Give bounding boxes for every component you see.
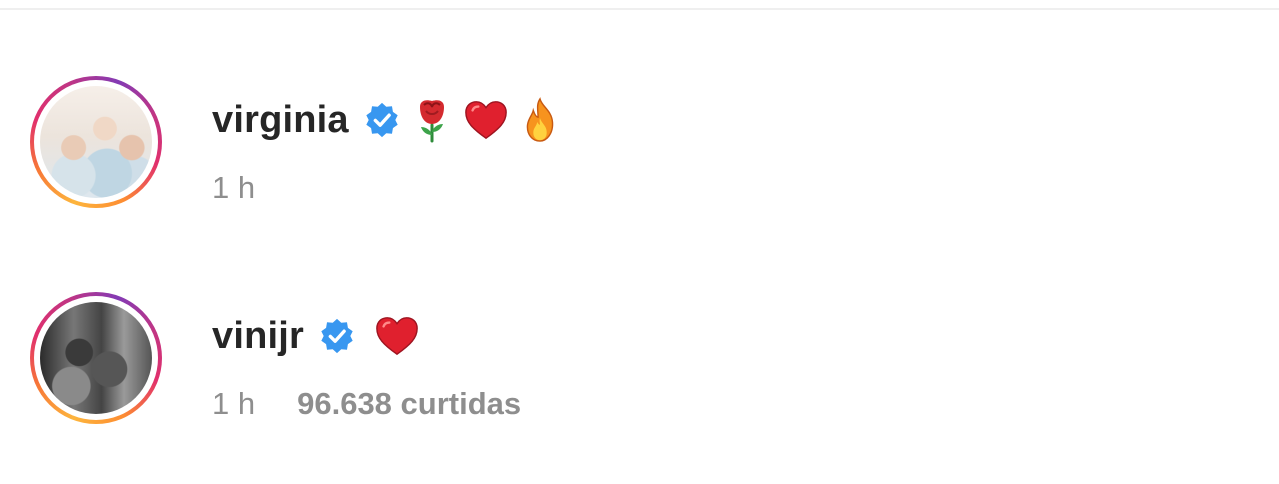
avatar-border (34, 296, 158, 420)
red-heart-emoji-icon (464, 101, 507, 140)
red-heart-emoji-icon (376, 317, 418, 356)
fire-emoji-icon (526, 97, 553, 142)
avatar-photo (40, 302, 152, 414)
comment-text-line: vinijr (212, 308, 521, 364)
comment-body: vinijr 1 h 96.638 curtidas (212, 308, 521, 422)
avatar-border (34, 80, 158, 204)
comment-meta: 1 h (212, 170, 563, 206)
avatar[interactable] (30, 76, 162, 208)
comment-meta: 1 h 96.638 curtidas (212, 386, 521, 422)
likes-count-link[interactable]: 96.638 curtidas (297, 386, 521, 422)
avatar[interactable] (30, 292, 162, 424)
comment-item: vinijr 1 h 96.638 curtidas (30, 288, 1250, 428)
top-divider (0, 0, 1279, 10)
comment-text-line: virginia (212, 92, 563, 148)
avatar-photo (40, 86, 152, 198)
verified-badge-icon (366, 102, 398, 138)
rose-emoji-icon (419, 100, 444, 143)
comment-timestamp[interactable]: 1 h (212, 386, 255, 422)
verified-badge-icon (321, 318, 353, 354)
username-link[interactable]: virginia (212, 99, 349, 142)
username-link[interactable]: vinijr (212, 315, 304, 358)
comment-body: virginia 1 h (212, 92, 563, 206)
comment-timestamp[interactable]: 1 h (212, 170, 255, 206)
comment-item: virginia 1 h (30, 72, 1250, 212)
